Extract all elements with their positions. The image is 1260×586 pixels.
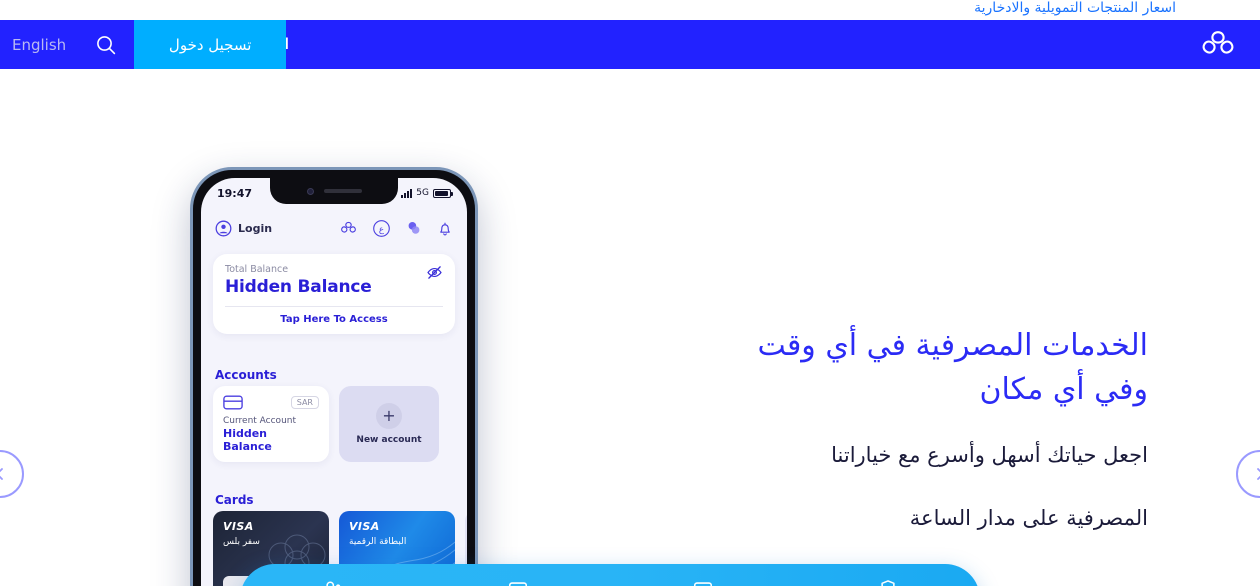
alrajhi-trefoil-logo-icon	[1198, 29, 1238, 61]
phone-screen: 19:47 5G Login ع Total Balance Hidden Ba…	[201, 178, 467, 586]
app-header: Login ع	[201, 212, 467, 244]
signal-bars-icon	[401, 188, 413, 198]
phone-volume-up-button	[190, 288, 191, 330]
battery-icon	[433, 188, 453, 198]
eye-off-icon[interactable]	[426, 264, 443, 281]
contacts-icon[interactable]	[405, 219, 423, 237]
app-header-icons: ع	[339, 219, 453, 238]
balance-card-cta[interactable]: Tap Here To Access	[225, 314, 443, 325]
hero-subtitle-line1: اجعل حياتك أسهل وأسرع مع خياراتنا	[831, 443, 1148, 467]
hero-section: الخدمات المصرفية في أي وقت وفي أي مكان ا…	[0, 69, 1260, 586]
carousel-next-button[interactable]	[1236, 450, 1260, 498]
network-type-label: 5G	[416, 188, 429, 198]
brand-logo[interactable]	[1196, 28, 1240, 62]
svg-text:ع: ع	[379, 225, 385, 235]
search-button[interactable]	[78, 20, 134, 69]
alrajhi-trefoil-logo-icon[interactable]	[339, 220, 358, 237]
tab-item-cards[interactable]: البطاقات	[425, 578, 610, 586]
accounts-section-title: Accounts	[215, 368, 277, 382]
new-account-tile[interactable]: + New account	[339, 386, 439, 462]
user-avatar-icon	[215, 220, 232, 237]
hero-title-line1: الخدمات المصرفية في أي وقت	[757, 328, 1149, 363]
card-icon	[507, 578, 529, 586]
account-currency-badge: SAR	[290, 396, 319, 409]
hero-copy: الخدمات المصرفية في أي وقت وفي أي مكان ا…	[718, 324, 1149, 537]
balance-card-divider	[225, 306, 443, 307]
hero-title-line2: وفي أي مكان	[979, 371, 1148, 407]
cards-section-title: Cards	[215, 493, 254, 507]
phone-volume-down-button	[190, 342, 191, 384]
nav-actions: تسجيل دخول English	[0, 20, 287, 69]
total-balance-card[interactable]: Total Balance Hidden Balance Tap Here To…	[213, 254, 455, 334]
language-toggle-arabic-icon[interactable]: ع	[372, 219, 391, 238]
account-card[interactable]: SAR Current Account Hidden Balance	[213, 386, 329, 462]
balance-amount: Hidden Balance	[225, 277, 372, 297]
balance-card-text: Total Balance Hidden Balance	[225, 264, 372, 297]
status-time: 19:47	[217, 186, 253, 200]
tab-item-insurance[interactable]: التأمين	[795, 578, 980, 586]
page-root: اسعار المنتجات التمويلية والادخارية الأف…	[0, 0, 1260, 586]
people-icon	[322, 578, 344, 586]
app-login-label: Login	[238, 221, 273, 235]
phone-silent-switch	[190, 248, 191, 272]
accounts-row: SAR Current Account Hidden Balance + New…	[213, 386, 467, 462]
balance-label: Total Balance	[225, 264, 289, 275]
credit-card-icon	[223, 395, 243, 410]
chevron-right-icon	[1253, 467, 1260, 481]
shield-icon	[877, 578, 899, 586]
account-balance: Hidden Balance	[223, 427, 272, 453]
phone-status-bar: 19:47 5G	[201, 178, 467, 208]
tab-item-accounts[interactable]: الحسابات	[240, 578, 425, 586]
app-login-button[interactable]: Login	[215, 220, 272, 237]
search-icon	[95, 34, 117, 56]
account-card-top: SAR	[223, 395, 319, 410]
plus-icon: +	[376, 403, 402, 429]
language-switch-english[interactable]: English	[0, 20, 78, 69]
bottom-tab-bar: الحسابات البطاقات	[240, 564, 980, 586]
carousel-prev-button[interactable]	[0, 450, 24, 498]
balance-card-top: Total Balance Hidden Balance	[225, 264, 443, 297]
main-navbar: الأفراد الأعمال تسجيل دخول English	[0, 20, 1260, 69]
money-icon	[692, 578, 714, 586]
phone-mockup: 19:47 5G Login ع Total Balance Hidden Ba…	[190, 167, 478, 586]
account-name: Current Account	[223, 416, 297, 426]
hero-subtitle-line2: المصرفية على مدار الساعة	[909, 505, 1148, 530]
utility-strip: اسعار المنتجات التمويلية والادخارية	[0, 0, 1260, 20]
phone-extra-button	[190, 402, 191, 444]
status-indicators: 5G	[401, 188, 453, 198]
new-account-label: New account	[356, 435, 422, 445]
tab-item-financing[interactable]: التمويل	[610, 578, 795, 586]
chevron-left-icon	[0, 467, 7, 481]
notifications-bell-icon[interactable]	[437, 220, 453, 237]
login-button[interactable]: تسجيل دخول	[134, 20, 287, 69]
utility-link-rates[interactable]: اسعار المنتجات التمويلية والادخارية	[974, 0, 1176, 18]
